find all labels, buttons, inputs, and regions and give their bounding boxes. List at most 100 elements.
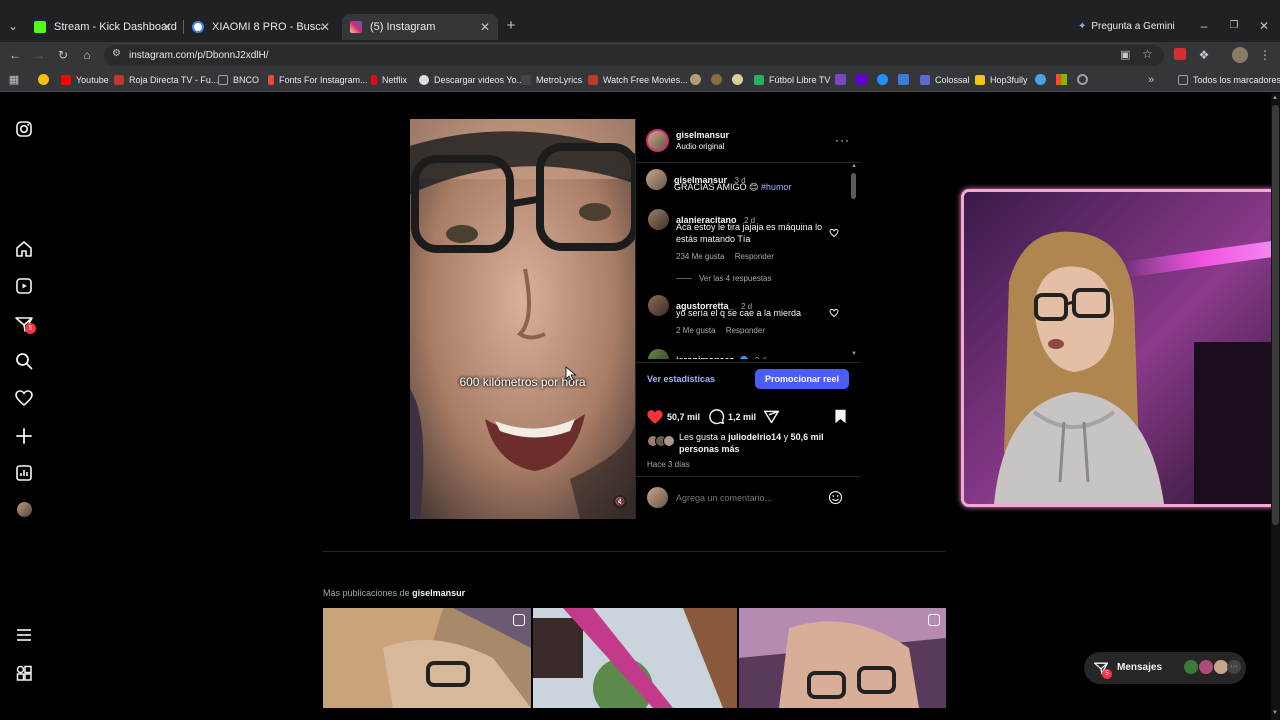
close-tab-icon[interactable]: ✕	[320, 20, 330, 34]
tab-instagram[interactable]: (5) Instagram ✕	[342, 14, 498, 40]
save-bookmark-icon[interactable]	[833, 408, 848, 425]
view-replies-button[interactable]: Ver las 4 respuestas	[699, 274, 771, 283]
reel-video[interactable]: 600 kilómetros por hora 🔇	[410, 119, 635, 519]
bookmark-star-icon[interactable]: ☆	[1142, 47, 1153, 61]
restore-icon[interactable]: ❐	[1226, 18, 1242, 34]
more-post-thumbnail[interactable]	[323, 608, 531, 708]
apps-grid-icon[interactable]: ▦	[6, 72, 22, 88]
bookmark-icon-3[interactable]	[732, 74, 743, 85]
address-bar[interactable]: ⚙ instagram.com/p/DbonnJ2xdlH/ ▣ ☆	[104, 45, 1164, 66]
scroll-down-icon[interactable]: ▼	[1272, 710, 1278, 716]
browser-menu-icon[interactable]: ⋮	[1257, 47, 1273, 63]
back-icon[interactable]: ←	[7, 47, 23, 63]
comment-like-heart-icon[interactable]	[829, 308, 839, 318]
comment-count[interactable]: 1,2 mil	[728, 412, 756, 422]
bookmark-icon-1[interactable]	[690, 74, 701, 85]
site-info-icon[interactable]: ⚙	[112, 48, 121, 59]
messages-pill[interactable]: 5 Mensajes ···	[1084, 652, 1246, 684]
add-comment-input[interactable]	[676, 491, 816, 505]
comment-avatar[interactable]	[648, 349, 669, 359]
gemini-button[interactable]: ✦ Pregunta a Gemini	[1078, 19, 1175, 33]
notifications-heart-icon[interactable]	[14, 388, 34, 408]
all-bookmarks-folder[interactable]: Todos los marcadores	[1178, 73, 1280, 87]
like-heart-filled-icon[interactable]	[646, 408, 664, 426]
close-window-icon[interactable]: ✕	[1256, 18, 1272, 34]
more-post-thumbnail[interactable]	[533, 608, 737, 708]
post-options-icon[interactable]: ···	[835, 133, 850, 147]
home-icon[interactable]: ⌂	[79, 47, 95, 63]
emoji-picker-icon[interactable]	[828, 490, 843, 505]
bookmark-icon-2[interactable]	[711, 74, 722, 85]
tab-kick-dashboard[interactable]: Stream - Kick Dashboard ✕	[28, 14, 180, 40]
bookmark-roja-directa[interactable]: Roja Directa TV - Fu...	[114, 73, 218, 87]
bookmark-icon-7[interactable]	[1035, 74, 1046, 85]
comment-like-heart-icon[interactable]	[829, 228, 839, 238]
reply-button[interactable]: Responder	[726, 326, 765, 335]
minimize-icon[interactable]: –	[1196, 18, 1212, 34]
scroll-up-icon[interactable]: ▲	[1272, 95, 1278, 101]
search-nav-icon[interactable]	[14, 351, 34, 371]
author-avatar[interactable]	[646, 129, 669, 152]
more-post-thumbnail[interactable]	[739, 608, 946, 708]
comment-username[interactable]: jeronimopaez	[676, 355, 734, 359]
close-tab-icon[interactable]: ✕	[480, 20, 490, 34]
reels-nav-icon[interactable]	[14, 276, 34, 296]
extension-red-icon[interactable]	[1174, 48, 1186, 60]
bookmark-youtube[interactable]: Youtube	[61, 73, 109, 87]
mute-toggle-icon[interactable]: 🔇	[613, 495, 627, 509]
bookmark-icon-4[interactable]	[835, 74, 846, 85]
more-bookmarks-icon[interactable]: »	[1143, 72, 1159, 88]
profile-avatar[interactable]	[1232, 47, 1248, 63]
profile-nav-avatar[interactable]	[17, 502, 32, 517]
scroll-thumb[interactable]	[851, 173, 856, 199]
bookmark-futbol-libre[interactable]: Fútbol Libre TV	[754, 73, 830, 87]
close-tab-icon[interactable]: ✕	[162, 20, 172, 34]
comment-bubble-icon[interactable]	[708, 408, 725, 425]
home-nav-icon[interactable]	[14, 239, 34, 259]
comment-likes[interactable]: 234 Me gusta	[676, 252, 724, 261]
page-scroll-thumb[interactable]	[1272, 105, 1279, 525]
bookmark-colossal[interactable]: Colossal	[920, 73, 970, 87]
scroll-up-icon[interactable]: ▲	[851, 163, 857, 169]
extensions-puzzle-icon[interactable]: ❖	[1196, 47, 1212, 63]
instagram-logo-icon[interactable]	[14, 119, 34, 139]
promote-reel-button[interactable]: Promocionar reel	[755, 369, 849, 389]
dashboard-chart-icon[interactable]	[14, 463, 34, 483]
comments-scrollbar[interactable]: ▲ ▼	[851, 163, 857, 359]
create-plus-icon[interactable]	[14, 426, 34, 446]
forward-icon[interactable]: →	[31, 47, 47, 63]
also-from-meta-icon[interactable]	[14, 663, 34, 683]
bookmark-descargar-videos[interactable]: Descargar videos Yo...	[419, 73, 524, 87]
bookmark-icon-5[interactable]	[877, 74, 888, 85]
new-tab-icon[interactable]: +	[503, 18, 519, 34]
bookmark-icon-8[interactable]	[1077, 74, 1088, 85]
page-scrollbar[interactable]: ▲ ▼	[1271, 93, 1280, 720]
scroll-down-icon[interactable]: ▼	[851, 351, 857, 357]
cast-icon[interactable]: ▣	[1120, 48, 1130, 61]
more-menu-icon[interactable]	[14, 625, 34, 645]
comment-likes[interactable]: 2 Me gusta	[676, 326, 716, 335]
author-username[interactable]: giselmansur	[676, 130, 729, 140]
comment-avatar[interactable]	[648, 209, 669, 230]
bookmark-bnco[interactable]: BNCO	[218, 73, 259, 87]
bookmark-hop3fully[interactable]: Hop3fully	[975, 73, 1028, 87]
reload-icon[interactable]: ↻	[55, 47, 71, 63]
tab-google-search[interactable]: XIAOMI 8 PRO - Buscar con Go ✕	[186, 14, 338, 40]
bookmark-watch-movies[interactable]: Watch Free Movies...	[588, 73, 688, 87]
microsoft-icon[interactable]	[1056, 74, 1067, 85]
share-paper-plane-icon[interactable]	[763, 408, 780, 425]
bookmark-metrolyrics[interactable]: MetroLyrics	[521, 73, 582, 87]
bookmark-fonts-instagram[interactable]: Fonts For Instagram...	[268, 73, 368, 87]
bookmark-netflix[interactable]: Netflix	[371, 73, 407, 87]
like-count[interactable]: 50,7 mil	[667, 412, 700, 422]
liked-by-user[interactable]: juliodelrio14	[728, 432, 781, 442]
tab-search-icon[interactable]: ⌄	[5, 18, 21, 34]
yahoo-icon[interactable]	[856, 74, 867, 85]
view-insights-link[interactable]: Ver estadísticas	[647, 374, 715, 384]
comment-avatar[interactable]	[648, 295, 669, 316]
audio-label[interactable]: Audio original	[676, 142, 724, 151]
reply-button[interactable]: Responder	[735, 252, 774, 261]
caption-hashtag[interactable]: #humor	[761, 182, 792, 192]
more-posts-user[interactable]: giselmansur	[412, 588, 465, 598]
bookmark-icon-6[interactable]	[898, 74, 909, 85]
